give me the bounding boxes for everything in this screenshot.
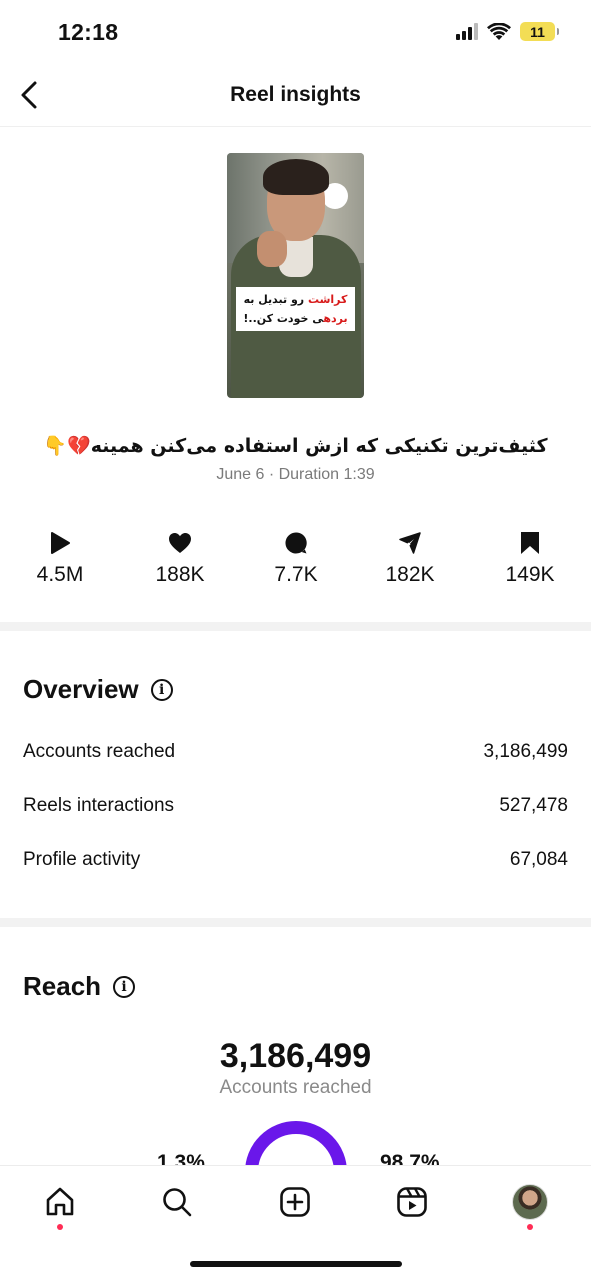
- thumbnail-line1: رو تبدیل به: [243, 293, 308, 306]
- play-icon: [51, 532, 70, 554]
- info-icon[interactable]: i: [113, 975, 136, 998]
- overview-row[interactable]: Profile activity 67,084: [23, 849, 568, 871]
- stat-shares: 182K: [355, 530, 465, 587]
- thumbnail-line2: ی خودت کن..!: [243, 312, 324, 325]
- overview-row-label: Accounts reached: [23, 741, 176, 762]
- overview-title: Overview: [23, 674, 139, 704]
- share-icon: [399, 532, 421, 554]
- reach-heading: Reach i: [23, 971, 136, 1002]
- reel-thumbnail[interactable]: کراشت رو تبدیل به بردهی خودت کن..!: [227, 153, 364, 398]
- reel-caption: کثیف‌ترین تکنیکی که ازش استفاده می‌کنن ه…: [0, 434, 591, 457]
- section-divider: [0, 622, 591, 631]
- section-divider: [0, 918, 591, 927]
- plays-count: 4.5M: [36, 563, 84, 586]
- battery-icon: 11: [520, 22, 559, 41]
- shares-count: 182K: [385, 563, 435, 586]
- header: Reel insights: [0, 66, 591, 127]
- reach-title: Reach: [23, 971, 102, 1001]
- tab-create[interactable]: [275, 1182, 315, 1222]
- info-icon[interactable]: i: [150, 678, 173, 701]
- home-icon: [46, 1187, 74, 1216]
- thumbnail-red-word-1: کراشت: [307, 293, 348, 306]
- overview-row-label: Profile activity: [23, 849, 141, 870]
- profile-avatar: [512, 1184, 548, 1220]
- stat-comments: 7.7K: [241, 530, 351, 587]
- page-title: Reel insights: [230, 83, 361, 106]
- tab-reels[interactable]: [392, 1182, 432, 1222]
- save-icon: [521, 532, 539, 554]
- stat-likes: 188K: [125, 530, 235, 587]
- overview-row[interactable]: Accounts reached 3,186,499: [23, 741, 568, 763]
- tab-profile[interactable]: [510, 1182, 550, 1222]
- status-icons: 11: [456, 22, 559, 41]
- thumbnail-caption: کراشت رو تبدیل به بردهی خودت کن..!: [236, 287, 355, 331]
- reel-meta: June 6 · Duration 1:39: [216, 466, 375, 483]
- overview-row-value: 67,084: [509, 849, 568, 870]
- comments-count: 7.7K: [274, 563, 318, 586]
- broken-heart-emoji: 💔: [67, 435, 91, 457]
- search-icon: [163, 1188, 192, 1217]
- notification-dot: [527, 1224, 533, 1230]
- reels-icon: [397, 1187, 427, 1217]
- status-time: 12:18: [58, 19, 119, 45]
- overview-row-label: Reels interactions: [23, 795, 175, 816]
- comment-icon: [285, 532, 307, 554]
- overview-row[interactable]: Reels interactions 527,478: [23, 795, 568, 817]
- cellular-signal-icon: [456, 23, 478, 40]
- home-indicator: [190, 1261, 402, 1267]
- pointing-down-emoji: 👇: [43, 435, 68, 457]
- battery-level: 11: [530, 23, 545, 40]
- notification-dot: [57, 1224, 63, 1230]
- saves-count: 149K: [505, 563, 555, 586]
- reach-total: 3,186,499: [219, 1037, 372, 1075]
- wifi-icon: [487, 22, 511, 40]
- reach-label: Accounts reached: [219, 1077, 372, 1098]
- stat-plays: 4.5M: [5, 530, 115, 587]
- thumbnail-red-word-2: برده: [323, 312, 348, 325]
- overview-row-value: 3,186,499: [483, 741, 568, 762]
- heart-icon: [169, 533, 191, 553]
- stats-row: 4.5M 188K 7.7K 182K 149K: [0, 530, 591, 590]
- tab-search[interactable]: [157, 1182, 197, 1222]
- status-bar: 12:18 11: [0, 0, 591, 66]
- stat-saves: 149K: [475, 530, 585, 587]
- overview-heading: Overview i: [23, 674, 173, 705]
- likes-count: 188K: [155, 563, 205, 586]
- caption-text: کثیف‌ترین تکنیکی که ازش استفاده می‌کنن ه…: [90, 435, 548, 457]
- overview-row-value: 527,478: [499, 795, 568, 816]
- tab-home[interactable]: [40, 1182, 80, 1222]
- create-icon: [280, 1187, 310, 1217]
